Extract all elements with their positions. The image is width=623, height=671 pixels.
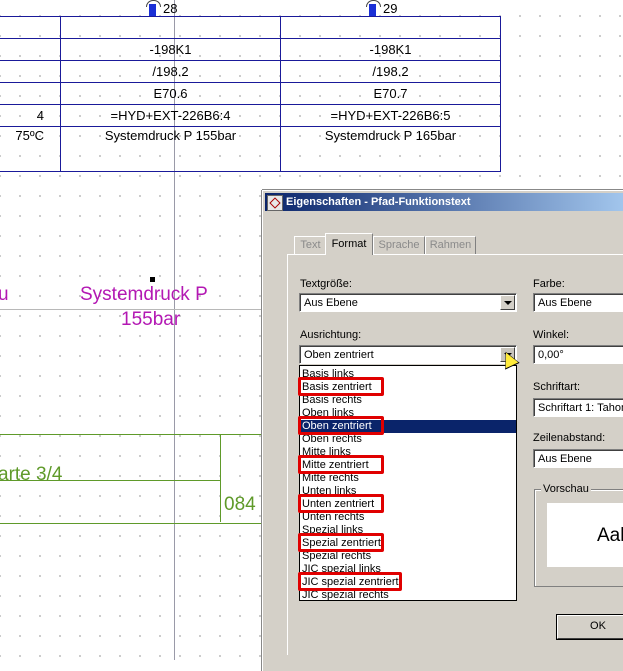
highlight-box xyxy=(298,455,384,474)
table-cell: -198K1 xyxy=(60,38,281,61)
ausrichtung-dropdown-list[interactable]: Basis links Basis zentriert Basis rechts Ob… xyxy=(299,365,517,601)
table-cell: Systemdruck P 155bar xyxy=(60,126,281,172)
table-cell xyxy=(0,16,61,39)
green-text-left: arte 3/4 xyxy=(0,464,63,485)
highlight-box xyxy=(298,533,384,552)
zeilenabstand-value: Aus Ebene xyxy=(538,453,592,465)
zeilenabstand-select[interactable]: Aus Ebene xyxy=(533,449,623,468)
tab-rahmen[interactable]: Rahmen xyxy=(425,236,476,254)
table-cell xyxy=(0,60,61,83)
table-cell: 75ºC xyxy=(0,126,61,172)
textgroesse-select[interactable]: Aus Ebene xyxy=(299,293,517,312)
zeilenabstand-label: Zeilenabstand: xyxy=(533,432,606,444)
table-row: 75ºC Systemdruck P 155bar Systemdruck P 16… xyxy=(0,126,501,172)
farbe-label: Farbe: xyxy=(533,278,565,290)
preview-text: Aal xyxy=(597,525,623,546)
schriftart-label: Schriftart: xyxy=(533,381,581,393)
pin-marker-29[interactable] xyxy=(366,0,381,16)
farbe-value: Aus Ebene xyxy=(538,297,592,309)
table-cell: -198K1 xyxy=(280,38,501,61)
green-frame-divider xyxy=(220,434,221,522)
winkel-value: 0,00° xyxy=(538,349,564,361)
tab-format[interactable]: Format xyxy=(325,233,373,255)
table-row: /198.2/198.2 xyxy=(0,60,501,83)
schriftart-select[interactable]: Schriftart 1: Tahoma xyxy=(533,398,623,417)
winkel-label: Winkel: xyxy=(533,329,570,341)
chevron-down-icon[interactable] xyxy=(500,295,515,310)
table-row: E70.6 E70.7 xyxy=(0,82,501,105)
table-cell: /198.2 xyxy=(280,60,501,83)
highlight-box xyxy=(298,494,384,513)
tab-sprache[interactable]: Sprache xyxy=(373,236,425,254)
app-icon xyxy=(267,195,283,211)
table-cell xyxy=(0,82,61,105)
table-cell: 4 xyxy=(0,104,61,127)
table-cell xyxy=(0,38,61,61)
schedule-table: -198K1 -198K1/198.2/198.2 E70.6 E70.7 4 =HYD+… xyxy=(0,16,501,172)
pin-label-28: 28 xyxy=(163,1,178,16)
table-cell: E70.7 xyxy=(280,82,501,105)
table-cell: /198.2 xyxy=(60,60,281,83)
magenta-text-line1: Systemdruck P xyxy=(80,284,208,305)
ausrichtung-label: Ausrichtung: xyxy=(300,329,362,341)
farbe-select[interactable]: Aus Ebene xyxy=(533,293,623,312)
table-cell: =HYD+EXT-226B6:4 xyxy=(60,104,281,127)
textgroesse-value: Aus Ebene xyxy=(304,297,358,309)
ok-button[interactable]: OK xyxy=(557,615,623,639)
preview-group-label: Vorschau xyxy=(541,483,591,495)
table-cell: E70.6 xyxy=(60,82,281,105)
green-text-right: 084 xyxy=(224,494,256,515)
magenta-text-fragment: u xyxy=(0,284,9,305)
table-cell: =HYD+EXT-226B6:5 xyxy=(280,104,501,127)
highlight-box xyxy=(298,377,384,396)
ausrichtung-value: Oben zentriert xyxy=(304,349,374,361)
dialog-title: Eigenschaften - Pfad-Funktionstext xyxy=(286,196,471,208)
textgroesse-label: Textgröße: xyxy=(300,278,352,290)
table-cell: Systemdruck P 165bar xyxy=(280,126,501,172)
schriftart-value: Schriftart 1: Tahoma xyxy=(538,402,623,414)
table-row: -198K1 -198K1 xyxy=(0,38,501,61)
magenta-text-line2: 155bar xyxy=(121,309,181,330)
pin-marker-28[interactable] xyxy=(146,0,161,16)
ausrichtung-select[interactable]: Oben zentriert xyxy=(299,345,517,364)
pin-label-29: 29 xyxy=(383,1,398,16)
dialog-titlebar[interactable]: Eigenschaften - Pfad-Funktionstext xyxy=(265,193,623,211)
highlight-box xyxy=(298,416,384,435)
table-row: 4 =HYD+EXT-226B6:4 =HYD+EXT-226B6:5 xyxy=(0,104,501,127)
anchor-dot[interactable] xyxy=(150,277,155,282)
highlight-box xyxy=(298,572,402,591)
table-row xyxy=(0,16,501,39)
tab-text[interactable]: Text xyxy=(294,236,327,254)
table-cell xyxy=(60,16,281,39)
table-cell xyxy=(280,16,501,39)
winkel-input[interactable]: 0,00° xyxy=(533,345,623,364)
